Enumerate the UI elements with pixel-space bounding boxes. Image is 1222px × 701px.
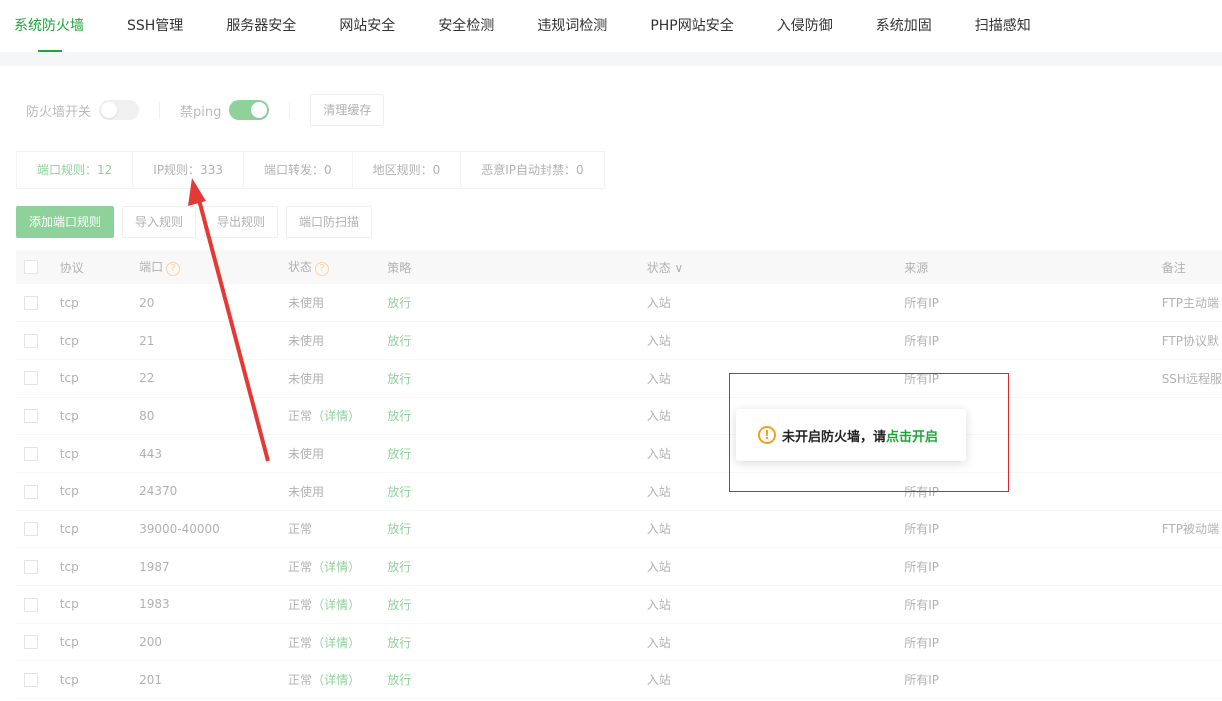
annotation-arrow-icon <box>188 178 270 462</box>
